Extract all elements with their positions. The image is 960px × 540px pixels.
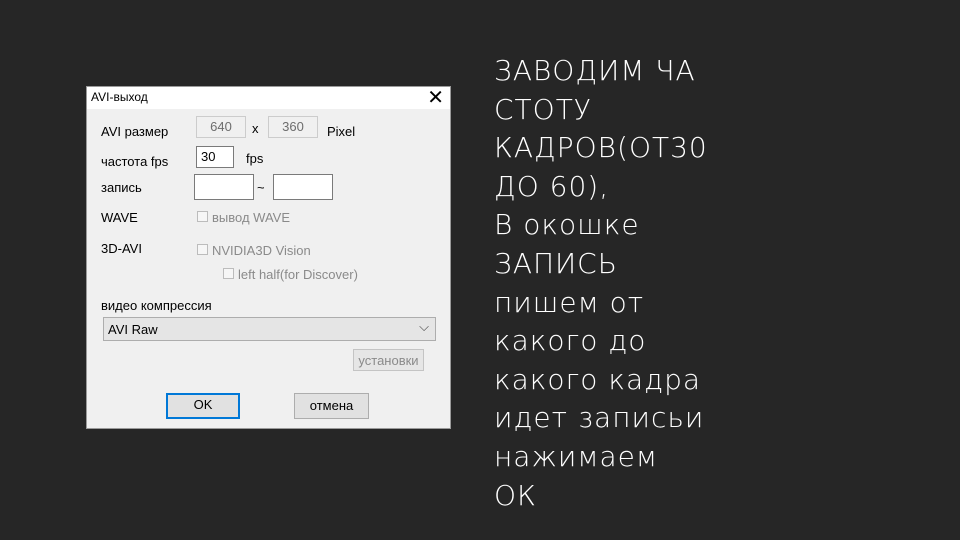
slide-line: ОК (494, 478, 537, 512)
slide-instruction-text: ЗАВОДИМ ЧА СТОТУ КАДРОВ(ОТ30 ДО 60), В о… (494, 52, 934, 515)
slide-line: идет записьи (494, 401, 705, 435)
slide-line: КАДРОВ(ОТ30 (494, 131, 708, 165)
dialog-title: AVI-выход (91, 90, 148, 104)
fps-label: частота fps (101, 154, 169, 169)
settings-button[interactable]: установки (353, 349, 424, 371)
avi3d-label: 3D-AVI (101, 241, 142, 256)
cancel-button[interactable]: отмена (294, 393, 369, 419)
wave-output-checkbox[interactable] (197, 211, 208, 222)
slide-line: ДО 60), (494, 169, 610, 203)
nvidia-3d-checkbox-label: NVIDIA3D Vision (212, 243, 311, 258)
avi-height-field[interactable]: 360 (268, 116, 318, 138)
avi-output-dialog: AVI-выход ✕ AVI размер 640 x 360 Pixel ч… (86, 86, 451, 429)
fps-unit-label: fps (246, 151, 264, 166)
avi-width-field[interactable]: 640 (196, 116, 246, 138)
record-from-field[interactable] (194, 174, 254, 200)
slide-line: ЗАВОДИМ ЧА (494, 54, 696, 87)
compression-selected-value: AVI Raw (108, 322, 158, 337)
size-x-label: x (252, 121, 259, 136)
pixel-label: Pixel (327, 124, 356, 139)
slide-line: нажимаем (494, 439, 658, 473)
slide-line: В окошке (494, 208, 640, 242)
ok-button[interactable]: OK (166, 393, 240, 419)
record-label: запись (101, 180, 142, 195)
wave-label: WAVE (101, 210, 138, 225)
close-icon[interactable]: ✕ (427, 86, 444, 108)
avi-size-label: AVI размер (101, 124, 169, 139)
slide-line: ЗАПИСЬ (494, 246, 618, 280)
compression-select[interactable]: AVI Raw ⌵ (103, 317, 436, 341)
slide-line: СТОТУ (494, 92, 592, 126)
left-half-checkbox-label: left half(for Discover) (238, 267, 358, 282)
record-separator: ~ (257, 180, 265, 195)
chevron-down-icon: ⌵ (419, 320, 429, 335)
compression-label: видео компрессия (101, 298, 212, 313)
slide-line: пишем от (494, 285, 645, 319)
slide-line: какого кадра (494, 362, 702, 396)
record-to-field[interactable] (273, 174, 333, 200)
slide-line: какого до (494, 324, 647, 358)
wave-output-checkbox-label: вывод WAVE (212, 210, 290, 225)
dialog-titlebar: AVI-выход ✕ (87, 86, 450, 109)
left-half-checkbox[interactable] (223, 268, 234, 279)
nvidia-3d-checkbox[interactable] (197, 244, 208, 255)
fps-field[interactable]: 30 (196, 146, 234, 168)
